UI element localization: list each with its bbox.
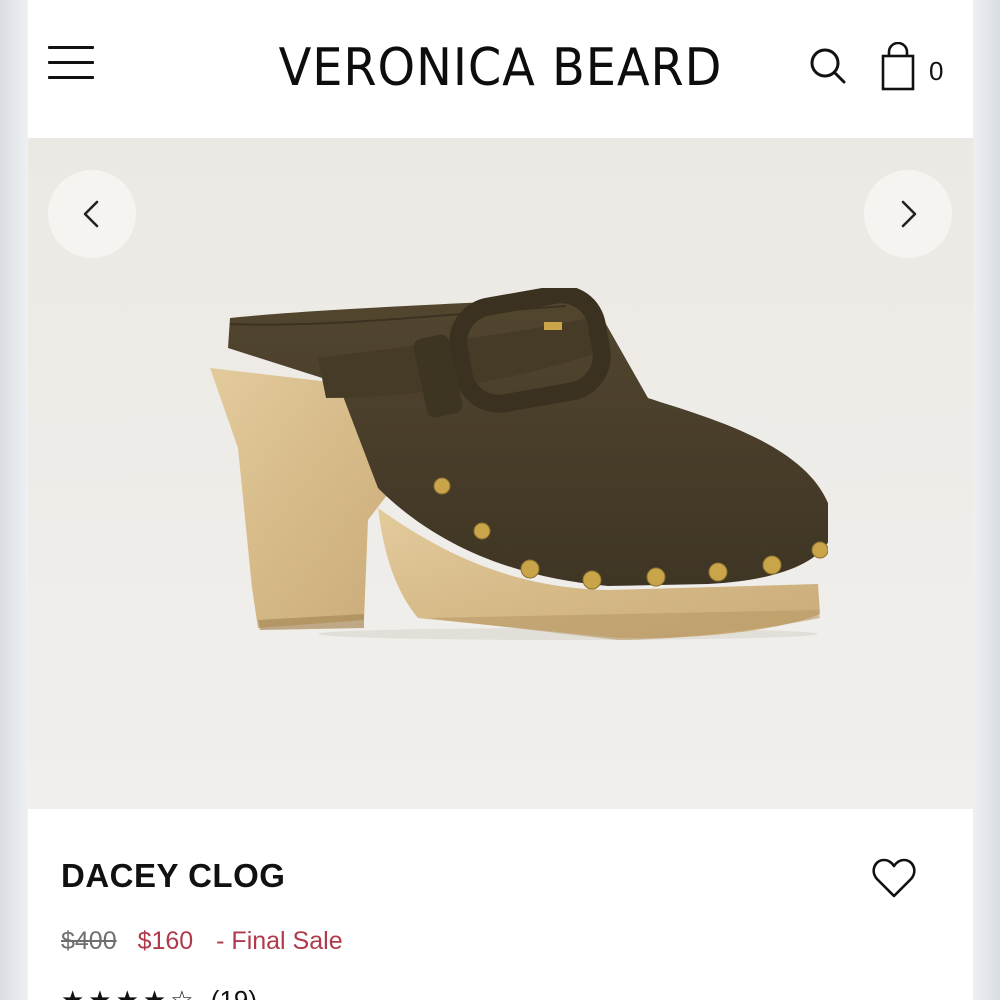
chevron-left-icon <box>83 200 99 228</box>
review-count: (19) <box>210 985 258 1000</box>
clog-shoe-image <box>210 288 828 640</box>
search-button[interactable] <box>808 46 848 86</box>
cart-count: 0 <box>929 56 944 86</box>
heart-icon <box>872 858 916 898</box>
original-price: $400 <box>61 927 117 955</box>
phone-screen: VERONICA BEARD 0 DACEY CLOG $400 $160 - … <box>28 0 973 1000</box>
rating-row[interactable]: ★★★★☆ (19) <box>61 985 257 1000</box>
site-header: VERONICA BEARD 0 <box>28 0 973 138</box>
chevron-right-icon <box>901 200 917 228</box>
product-image-gallery[interactable] <box>28 138 973 809</box>
brand-logo[interactable]: VERONICA BEARD <box>66 38 935 98</box>
sale-price: $160 <box>137 927 194 955</box>
favorite-button[interactable] <box>871 857 917 901</box>
product-title: DACEY CLOG <box>61 857 286 894</box>
gallery-next-button[interactable] <box>864 170 952 258</box>
product-info: DACEY CLOG $400 $160 - Final Sale ★★★★☆ … <box>28 809 973 1000</box>
price-row: $400 $160 - Final Sale <box>61 927 343 956</box>
star-rating: ★★★★☆ <box>61 985 198 1000</box>
search-icon <box>810 48 846 84</box>
shopping-bag-icon <box>881 41 915 91</box>
final-sale-label: - Final Sale <box>216 927 343 955</box>
gallery-prev-button[interactable] <box>48 170 136 258</box>
cart-button[interactable] <box>880 41 920 92</box>
